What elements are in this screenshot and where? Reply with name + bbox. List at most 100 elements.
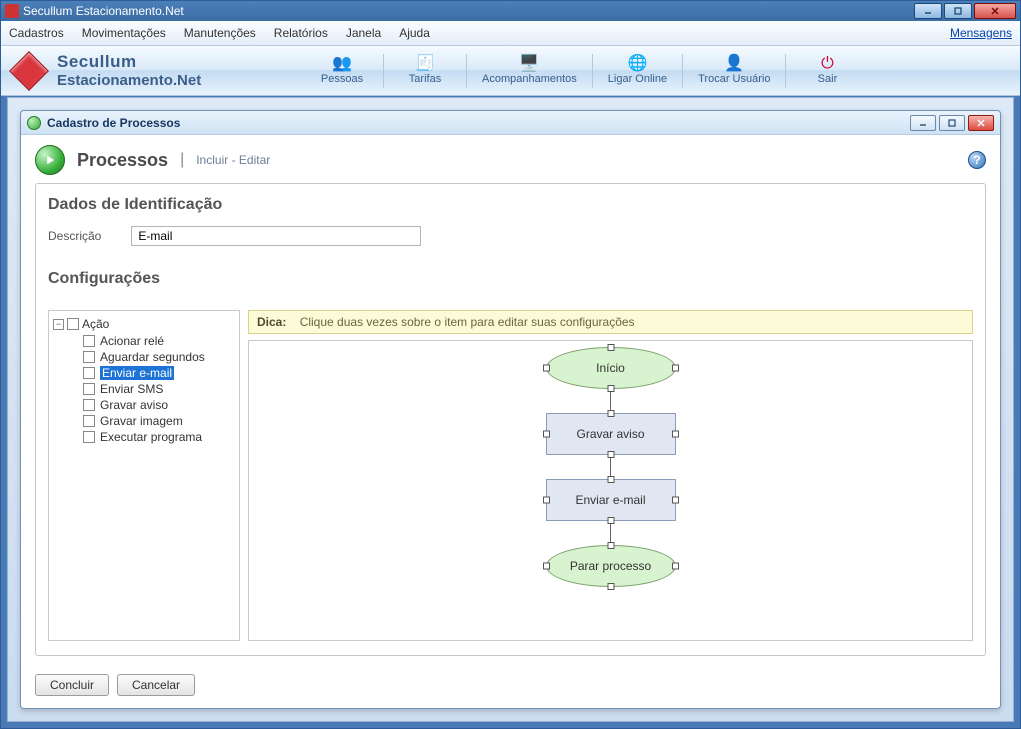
- section-identificacao-title: Dados de Identificação: [48, 196, 973, 214]
- tree-item-label: Executar programa: [100, 430, 202, 444]
- tree-root-label: Ação: [82, 317, 109, 331]
- tree-item[interactable]: Executar programa: [81, 429, 235, 445]
- toolbar-pessoas-button[interactable]: 👥Pessoas: [307, 50, 377, 92]
- descricao-input[interactable]: [131, 226, 421, 246]
- cancelar-button[interactable]: Cancelar: [117, 674, 195, 696]
- mensagens-link[interactable]: Mensagens: [950, 26, 1012, 40]
- flow-node-oval[interactable]: Parar processo: [546, 545, 676, 587]
- inner-close-button[interactable]: [968, 115, 994, 131]
- sair-icon: ⏻: [821, 56, 834, 72]
- tree-item-label: Enviar e-mail: [100, 366, 174, 380]
- node-handle[interactable]: [672, 431, 679, 438]
- tree-item[interactable]: Acionar relé: [81, 333, 235, 349]
- toolbar-separator: [682, 54, 683, 88]
- node-handle[interactable]: [607, 476, 614, 483]
- outer-window-title: Secullum Estacionamento.Net: [23, 4, 914, 18]
- node-handle[interactable]: [543, 365, 550, 372]
- tree-item[interactable]: Enviar SMS: [81, 381, 235, 397]
- flow-node-oval[interactable]: Início: [546, 347, 676, 389]
- node-handle[interactable]: [543, 563, 550, 570]
- tree-item-checkbox[interactable]: [83, 351, 95, 363]
- outer-minimize-button[interactable]: [914, 3, 942, 19]
- outer-titlebar[interactable]: Secullum Estacionamento.Net: [1, 1, 1020, 21]
- tree-item-checkbox[interactable]: [83, 415, 95, 427]
- node-handle[interactable]: [607, 451, 614, 458]
- tree-item-label: Enviar SMS: [100, 382, 163, 396]
- tree-item-checkbox[interactable]: [83, 383, 95, 395]
- hint-label: Dica:: [257, 315, 286, 329]
- node-handle[interactable]: [607, 344, 614, 351]
- node-handle[interactable]: [543, 497, 550, 504]
- trocar-usuario-icon: 👤: [724, 56, 744, 72]
- inner-titlebar[interactable]: Cadastro de Processos: [21, 111, 1000, 135]
- inner-minimize-button[interactable]: [910, 115, 936, 131]
- toolbar-tarifas-button[interactable]: 🧾Tarifas: [390, 50, 460, 92]
- inner-window-icon: [27, 116, 41, 130]
- node-handle[interactable]: [672, 497, 679, 504]
- tree-item-checkbox[interactable]: [83, 399, 95, 411]
- brand-line2: Estacionamento.Net: [57, 72, 201, 89]
- tree-item[interactable]: Enviar e-mail: [81, 365, 235, 381]
- tree-collapse-icon[interactable]: −: [53, 319, 64, 330]
- node-handle[interactable]: [607, 583, 614, 590]
- tree-item[interactable]: Gravar aviso: [81, 397, 235, 413]
- brand-logo-icon: [9, 51, 49, 91]
- outer-window: Secullum Estacionamento.Net Cadastros Mo…: [0, 0, 1021, 729]
- tree-item-checkbox[interactable]: [83, 335, 95, 347]
- toolbar-separator: [466, 54, 467, 88]
- node-handle[interactable]: [543, 431, 550, 438]
- tree-item[interactable]: Aguardar segundos: [81, 349, 235, 365]
- hint-text: Clique duas vezes sobre o item para edit…: [300, 315, 635, 329]
- toolbar-ligar-online-button[interactable]: 🌐Ligar Online: [599, 50, 676, 92]
- toolbar-trocar-usuario-label: Trocar Usuário: [698, 73, 770, 85]
- tree-item-label: Gravar imagem: [100, 414, 183, 428]
- diagram-canvas[interactable]: Início Gravar aviso Enviar e-mail Parar pro…: [248, 340, 973, 641]
- page-title: Processos: [77, 150, 168, 171]
- node-handle[interactable]: [672, 365, 679, 372]
- menu-relatorios[interactable]: Relatórios: [274, 26, 328, 40]
- inner-window-title: Cadastro de Processos: [47, 116, 910, 130]
- inner-maximize-button[interactable]: [939, 115, 965, 131]
- node-handle[interactable]: [607, 517, 614, 524]
- toolbar-sair-button[interactable]: ⏻Sair: [792, 50, 862, 92]
- menu-janela[interactable]: Janela: [346, 26, 381, 40]
- menu-ajuda[interactable]: Ajuda: [399, 26, 430, 40]
- flow-node-rect[interactable]: Enviar e-mail: [546, 479, 676, 521]
- tarifas-icon: 🧾: [415, 56, 435, 72]
- toolbar-separator: [383, 54, 384, 88]
- toolbar-separator: [785, 54, 786, 88]
- toolbar-ligar-online-label: Ligar Online: [608, 73, 667, 85]
- descricao-label: Descrição: [48, 229, 101, 243]
- menu-manutencoes[interactable]: Manutenções: [184, 26, 256, 40]
- toolbar-sair-label: Sair: [818, 73, 838, 85]
- node-handle[interactable]: [607, 542, 614, 549]
- footer-buttons: Concluir Cancelar: [21, 666, 1000, 708]
- outer-close-button[interactable]: [974, 3, 1016, 19]
- tree: − Ação Acionar reléAguardar segundosEnvi…: [49, 311, 239, 451]
- right-panel: Dica: Clique duas vezes sobre o item par…: [248, 310, 973, 641]
- outer-maximize-button[interactable]: [944, 3, 972, 19]
- banner: Secullum Estacionamento.Net 👥Pessoas🧾Tar…: [1, 46, 1020, 96]
- node-handle[interactable]: [607, 385, 614, 392]
- node-handle[interactable]: [672, 563, 679, 570]
- menu-movimentacoes[interactable]: Movimentações: [82, 26, 166, 40]
- outer-window-buttons: [914, 3, 1016, 19]
- tree-root-checkbox[interactable]: [67, 318, 79, 330]
- toolbar-pessoas-label: Pessoas: [321, 73, 363, 85]
- flow-node-rect[interactable]: Gravar aviso: [546, 413, 676, 455]
- help-icon[interactable]: ?: [968, 151, 986, 169]
- tree-root[interactable]: − Ação: [53, 317, 235, 331]
- toolbar: 👥Pessoas 🧾Tarifas 🖥️Acompanhamentos 🌐Ligar …: [301, 46, 1020, 95]
- toolbar-acompanhamentos-button[interactable]: 🖥️Acompanhamentos: [473, 50, 586, 92]
- menu-cadastros[interactable]: Cadastros: [9, 26, 64, 40]
- toolbar-trocar-usuario-button[interactable]: 👤Trocar Usuário: [689, 50, 779, 92]
- title-separator: |: [180, 151, 184, 169]
- inner-window: Cadastro de Processos Processos | Inclui…: [20, 110, 1001, 709]
- tree-item[interactable]: Gravar imagem: [81, 413, 235, 429]
- acompanhamentos-icon: 🖥️: [519, 56, 539, 72]
- node-handle[interactable]: [607, 410, 614, 417]
- tree-item-checkbox[interactable]: [83, 367, 95, 379]
- concluir-button[interactable]: Concluir: [35, 674, 109, 696]
- app-icon: [5, 4, 19, 18]
- tree-item-checkbox[interactable]: [83, 431, 95, 443]
